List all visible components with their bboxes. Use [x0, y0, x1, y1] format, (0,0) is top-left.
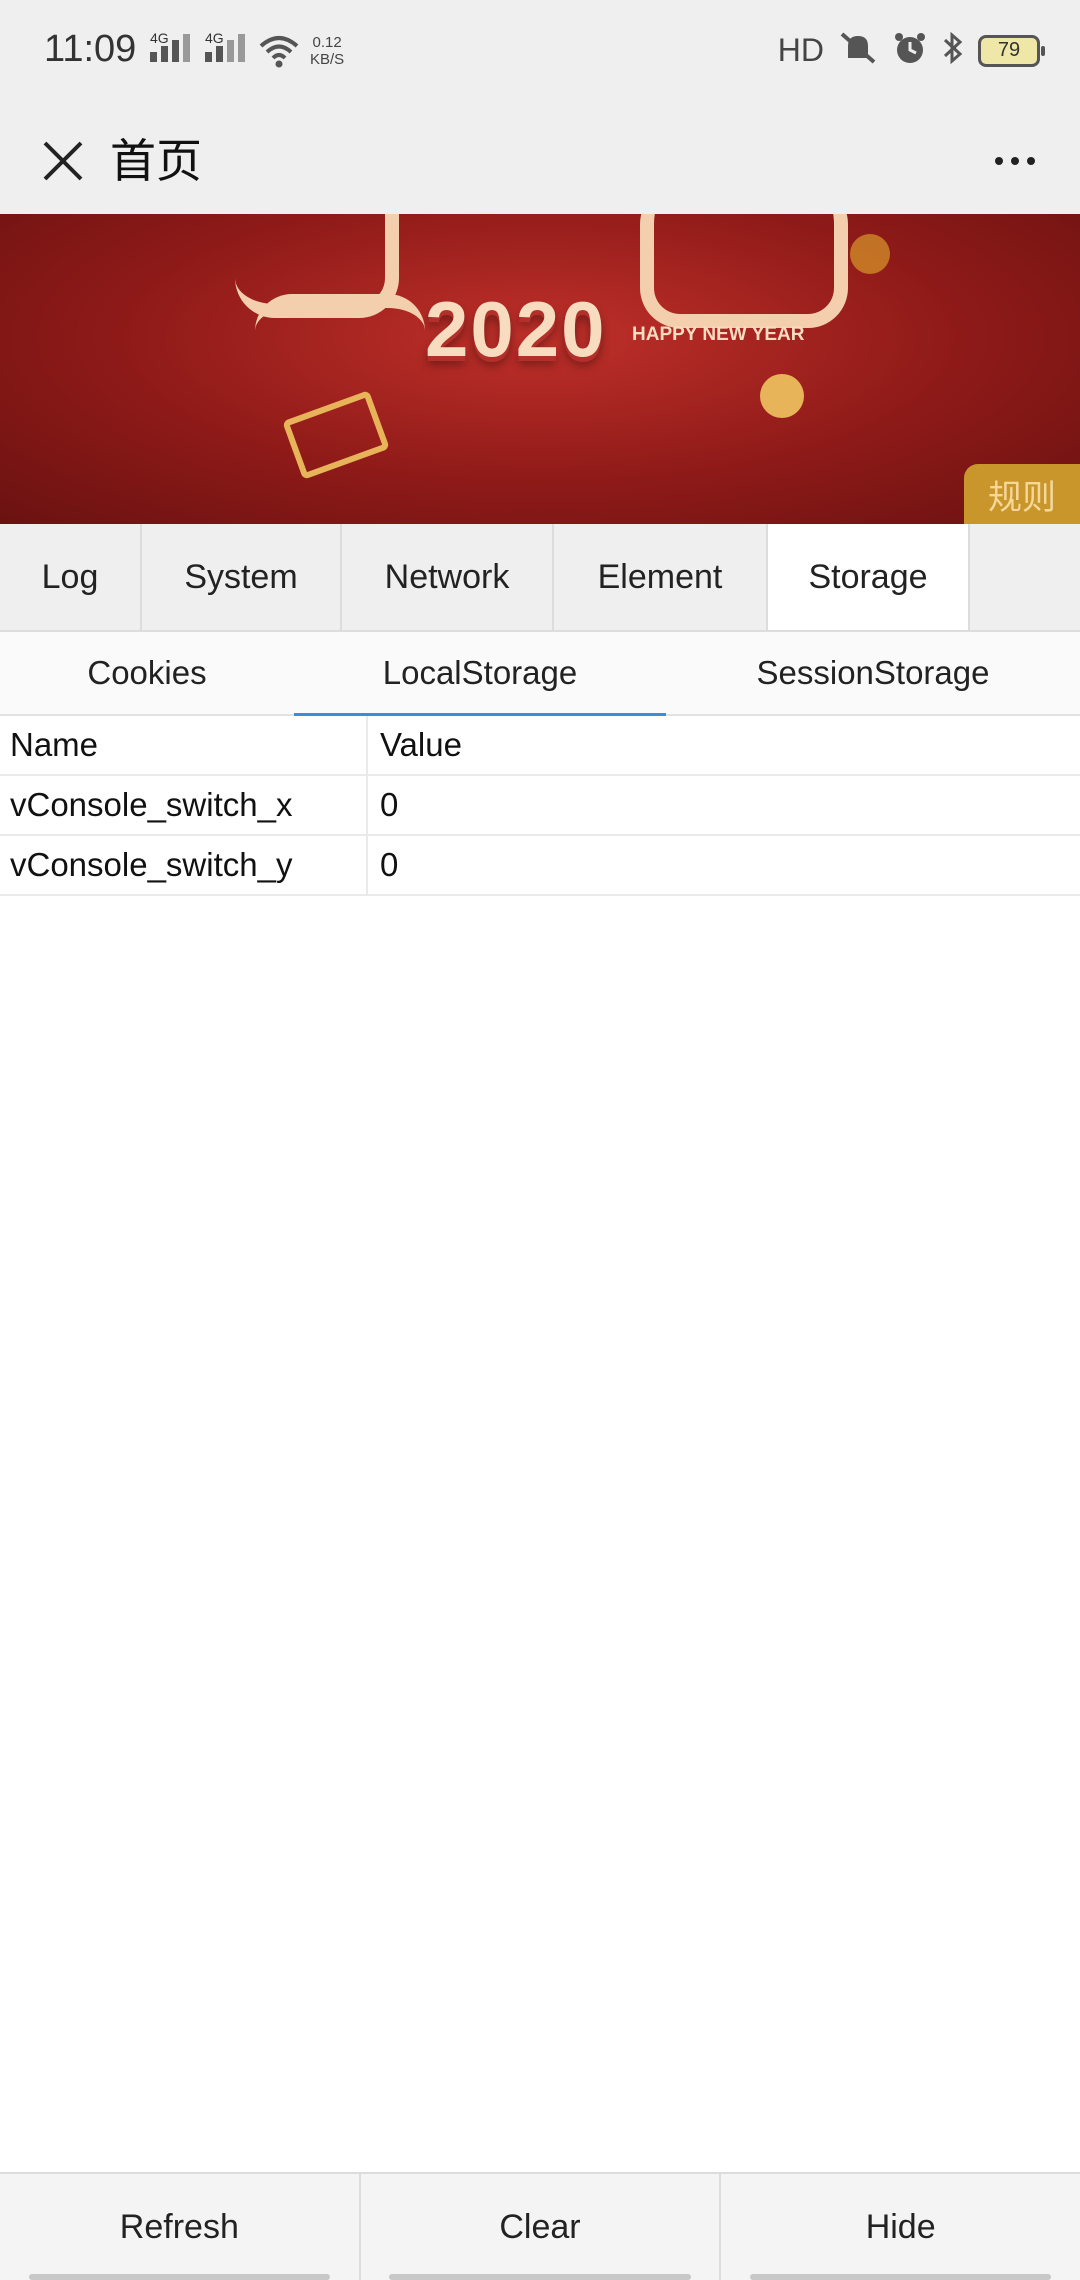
signal-icon: 4G	[150, 30, 190, 62]
mute-icon	[838, 30, 878, 71]
more-button[interactable]	[980, 128, 1050, 194]
network-speed: 0.12 KB/S	[310, 34, 345, 68]
row-value: 0	[380, 846, 399, 883]
subtab-cookies[interactable]: Cookies	[0, 632, 294, 714]
vconsole-tabbar: Log System Network Element Storage	[0, 524, 1080, 632]
lantern-decoration	[850, 234, 890, 274]
more-icon	[995, 157, 1003, 165]
row-key: vConsole_switch_y	[0, 836, 368, 894]
tab-storage[interactable]: Storage	[768, 524, 970, 630]
banner-headline: 2020	[425, 285, 607, 373]
row-value: 0	[380, 786, 399, 823]
status-right-group: HD 79	[777, 30, 1045, 71]
clear-button[interactable]: Clear	[361, 2174, 722, 2280]
storage-subtabs: Cookies LocalStorage SessionStorage	[0, 632, 1080, 716]
banner-subline: HAPPY NEW YEAR	[632, 324, 805, 345]
table-row[interactable]: vConsole_switch_y 0	[0, 836, 1080, 896]
signal-icon: 4G	[205, 30, 245, 62]
header-name: Name	[0, 716, 368, 774]
coin-decoration	[760, 374, 804, 418]
subtab-localstorage[interactable]: LocalStorage	[294, 632, 666, 716]
table-header-row: Name Value	[0, 716, 1080, 776]
hide-button[interactable]: Hide	[721, 2174, 1080, 2280]
tab-network[interactable]: Network	[342, 524, 554, 630]
table-row[interactable]: vConsole_switch_x 0	[0, 776, 1080, 836]
title-bar: 首页	[0, 108, 1080, 214]
rules-button[interactable]: 规则	[964, 464, 1080, 524]
hd-indicator: HD	[777, 32, 824, 68]
close-button[interactable]	[30, 128, 96, 194]
bluetooth-icon	[942, 30, 964, 71]
alarm-icon	[892, 30, 928, 71]
status-time: 11:09	[44, 28, 137, 70]
row-key: vConsole_switch_x	[0, 776, 368, 834]
wifi-icon	[258, 34, 300, 73]
status-bar: 11:09 4G 4G 0.12 KB/S HD 79	[0, 0, 1080, 108]
page-title: 首页	[110, 134, 202, 188]
battery-icon: 79	[978, 34, 1045, 67]
subtab-sessionstorage[interactable]: SessionStorage	[666, 632, 1080, 714]
promo-banner[interactable]: 2020 HAPPY NEW YEAR 规则	[0, 214, 1080, 524]
header-value: Value	[380, 726, 462, 763]
refresh-button[interactable]: Refresh	[0, 2174, 361, 2280]
tab-element[interactable]: Element	[554, 524, 768, 630]
close-icon	[43, 141, 83, 181]
coin-decoration	[282, 390, 390, 480]
tab-system[interactable]: System	[142, 524, 342, 630]
tab-log[interactable]: Log	[0, 524, 142, 630]
vconsole-toolbar: Refresh Clear Hide	[0, 2172, 1080, 2280]
storage-table: Name Value vConsole_switch_x 0 vConsole_…	[0, 716, 1080, 896]
